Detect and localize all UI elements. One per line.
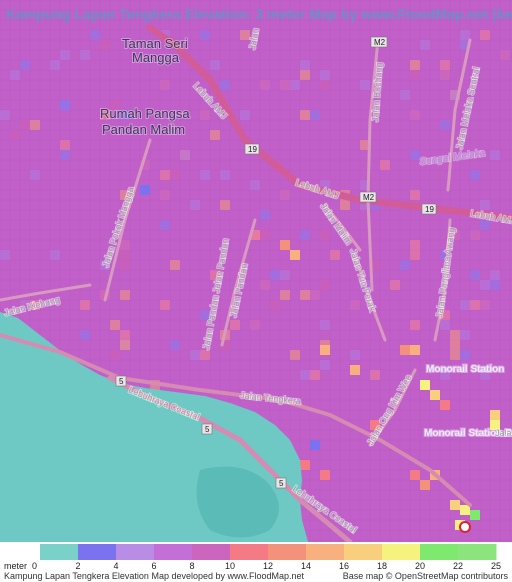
shield-19-a: 19 bbox=[244, 143, 260, 155]
legend-tick-label: 20 bbox=[415, 561, 425, 571]
legend-tick-label: 25 bbox=[491, 561, 501, 571]
place-monorail-station: Monorail Station bbox=[426, 364, 504, 375]
footer-credit-left: Kampung Lapan Tengkera Elevation Map dev… bbox=[4, 571, 305, 581]
legend-tick-label: 2 bbox=[75, 561, 80, 571]
shield-m2-mid: M2 bbox=[359, 191, 377, 203]
svg-text:5: 5 bbox=[119, 377, 124, 386]
place-rumah-pangsa: Rumah Pangsa bbox=[100, 106, 190, 121]
place-mangga: Mangga bbox=[132, 50, 180, 65]
place-pandan-malim: Pandan Malim bbox=[102, 122, 185, 137]
shield-19-b: 19 bbox=[421, 203, 437, 215]
legend-swatch bbox=[154, 544, 193, 560]
legend-unit-label: meter bbox=[4, 561, 27, 571]
legend-tick-label: 12 bbox=[263, 561, 273, 571]
legend-swatch bbox=[344, 544, 383, 560]
svg-text:19: 19 bbox=[248, 145, 257, 154]
elevation-map[interactable]: M2 M2 19 19 5 5 5 Taman Seri Mangga Ruma… bbox=[0, 0, 512, 542]
legend-swatch bbox=[420, 544, 459, 560]
legend-swatch bbox=[306, 544, 345, 560]
legend-swatch bbox=[458, 544, 497, 560]
footer-credit-right: Base map © OpenStreetMap contributors bbox=[343, 571, 509, 581]
legend-tick-label: 22 bbox=[453, 561, 463, 571]
legend-tick-label: 6 bbox=[151, 561, 156, 571]
svg-text:M2: M2 bbox=[374, 38, 386, 47]
svg-text:5: 5 bbox=[205, 425, 210, 434]
elevation-legend: 0 2 4 6 8 10 12 14 16 18 20 22 25 meter Kampung Lapa… bbox=[0, 542, 512, 582]
shield-m2-top: M2 bbox=[370, 36, 388, 48]
legend-swatch bbox=[230, 544, 269, 560]
legend-tick-label: 8 bbox=[189, 561, 194, 571]
legend-tick-label: 0 bbox=[32, 561, 37, 571]
location-marker[interactable] bbox=[459, 521, 471, 533]
legend-tick-label: 4 bbox=[113, 561, 118, 571]
legend-tick-label: 18 bbox=[377, 561, 387, 571]
road-label-jala: Jala bbox=[495, 428, 512, 438]
legend-swatch bbox=[116, 544, 155, 560]
shield-5-c: 5 bbox=[275, 477, 287, 489]
legend-swatch bbox=[268, 544, 307, 560]
svg-text:M2: M2 bbox=[363, 193, 375, 202]
svg-text:19: 19 bbox=[425, 205, 434, 214]
legend-swatch bbox=[40, 544, 79, 560]
legend-tick-label: 10 bbox=[225, 561, 235, 571]
map-frame: M2 M2 19 19 5 5 5 Taman Seri Mangga Ruma… bbox=[0, 0, 512, 582]
legend-swatch bbox=[192, 544, 231, 560]
place-taman-seri: Taman Seri bbox=[122, 36, 188, 51]
page-title: Kampung Lapan Tengkera Elevation: 3 mete… bbox=[6, 6, 512, 22]
svg-text:5: 5 bbox=[279, 479, 284, 488]
legend-swatch bbox=[78, 544, 117, 560]
legend-tick-label: 16 bbox=[339, 561, 349, 571]
shield-5-a: 5 bbox=[115, 375, 127, 387]
shield-5-b: 5 bbox=[201, 423, 213, 435]
legend-swatch bbox=[382, 544, 421, 560]
legend-tick-label: 14 bbox=[301, 561, 311, 571]
